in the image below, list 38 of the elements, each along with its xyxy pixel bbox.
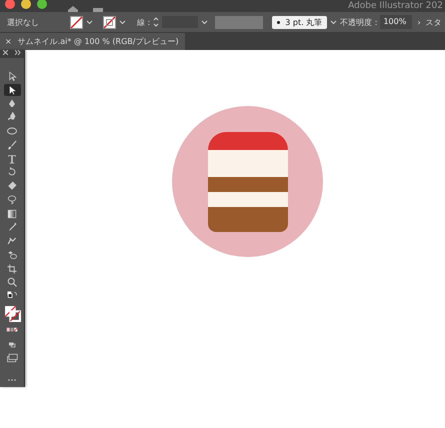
artboard-tool-icon	[6, 262, 18, 275]
zoom-tool-icon	[6, 276, 18, 288]
brush-dropdown[interactable]: 3 pt. 丸筆	[272, 16, 328, 28]
minimize-button[interactable]	[21, 0, 31, 9]
type-tool-icon	[6, 152, 18, 165]
document-tab[interactable]: × サムネイル.ai* @ 100 % (RGB/プレビュー)	[0, 33, 185, 50]
more-button[interactable]: ›	[417, 18, 421, 26]
lasso-tool-icon	[6, 194, 18, 206]
caret-icon[interactable]	[330, 20, 338, 24]
fill-swatch[interactable]	[70, 16, 83, 28]
selection-label: 選択なし	[7, 16, 40, 28]
puppet-warp-tool-icon	[6, 235, 18, 248]
stroke-label: 線 :	[137, 16, 150, 28]
fill-stroke-swatch-icon	[4, 304, 20, 322]
window-title: Adobe Illustrator 202	[348, 0, 444, 12]
paintbrush-tool-icon	[6, 138, 18, 151]
caret-icon[interactable]	[201, 20, 208, 24]
expand-icon[interactable]	[15, 50, 21, 55]
workspace-icon[interactable]	[93, 8, 103, 12]
tab-close-button[interactable]: ×	[5, 37, 12, 46]
ellipse-tool-icon	[6, 125, 18, 138]
close-button[interactable]	[5, 0, 15, 9]
shape-builder-tool-icon	[6, 248, 18, 261]
opacity-label: 不透明度 :	[340, 16, 378, 28]
stepper-icon[interactable]	[153, 16, 160, 28]
rotate-tool-icon	[6, 166, 18, 178]
opacity-field[interactable]: 100%	[380, 15, 412, 29]
style-label: スタ	[426, 16, 442, 28]
dot-icon	[277, 20, 280, 24]
caret-icon[interactable]	[86, 20, 93, 24]
tool-button[interactable]	[4, 303, 20, 323]
screen-mode-icon	[6, 352, 18, 364]
caret-icon[interactable]	[119, 20, 126, 24]
zoom-button[interactable]	[37, 0, 47, 9]
close-icon[interactable]	[3, 50, 8, 55]
tool-button[interactable]	[4, 84, 20, 96]
gradient-tool-icon	[6, 208, 18, 220]
stroke-swatch[interactable]	[103, 16, 116, 28]
